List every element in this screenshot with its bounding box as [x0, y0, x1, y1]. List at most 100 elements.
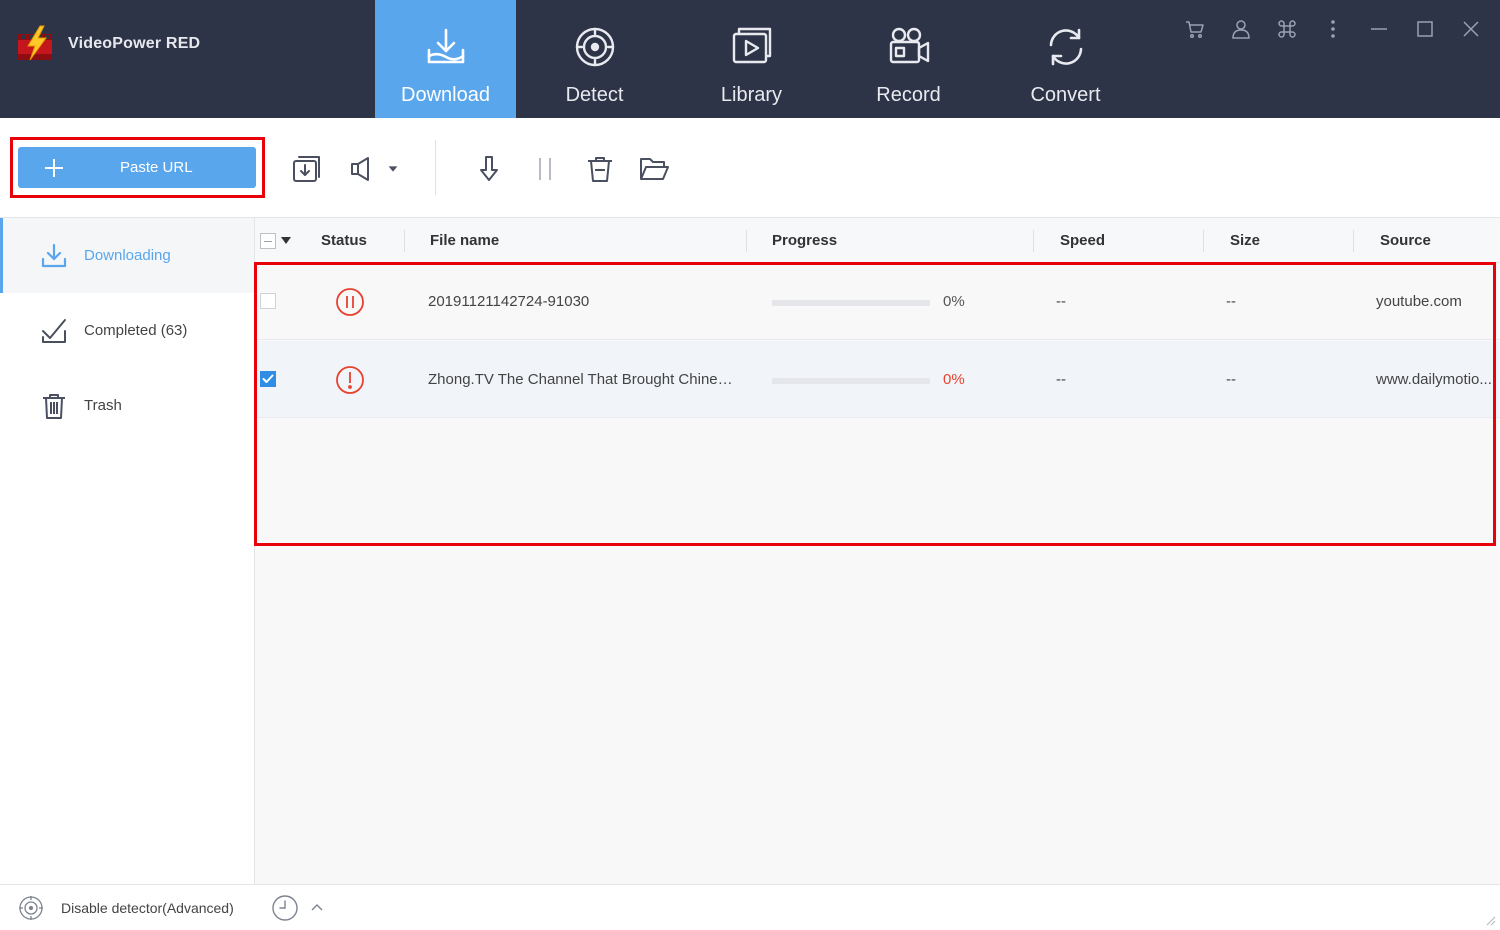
minimize-button[interactable]	[1364, 16, 1394, 42]
status-bar: Disable detector(Advanced)	[0, 884, 1500, 930]
tab-convert[interactable]: Convert	[987, 0, 1144, 118]
detector-toggle-label[interactable]: Disable detector(Advanced)	[61, 885, 234, 930]
tab-label: Detect	[565, 84, 624, 106]
column-header-size[interactable]: Size	[1230, 218, 1260, 263]
progress-percent: 0%	[943, 293, 965, 310]
tab-detect[interactable]: Detect	[516, 0, 673, 118]
paste-url-label: Paste URL	[120, 159, 193, 176]
row-checkbox[interactable]	[260, 371, 276, 387]
brand: VideoPower RED	[16, 24, 200, 64]
paste-url-button[interactable]: Paste URL	[18, 147, 256, 188]
sidebar-item-label: Completed (63)	[84, 322, 188, 339]
table-row[interactable]: 20191121142724-91030 0% -- -- youtube.co…	[255, 263, 1500, 340]
cart-button[interactable]	[1180, 16, 1210, 42]
trash-icon	[43, 393, 65, 419]
detector-target-icon[interactable]	[18, 895, 44, 921]
account-button[interactable]	[1226, 16, 1256, 42]
speed: --	[1056, 293, 1066, 310]
chevron-up-icon[interactable]	[310, 901, 324, 915]
source: www.dailymotio...	[1376, 371, 1492, 388]
column-header-source[interactable]: Source	[1380, 218, 1431, 263]
audio-button[interactable]	[347, 152, 381, 186]
sidebar-item-completed[interactable]: Completed (63)	[0, 293, 254, 368]
file-name: Zhong.TV The Channel That Brought Chines…	[428, 371, 740, 388]
command-icon	[1278, 20, 1296, 38]
column-header-speed[interactable]: Speed	[1060, 218, 1105, 263]
main-nav: Download Detect Library Record Convert	[375, 0, 1144, 118]
source: youtube.com	[1376, 293, 1462, 310]
video-camera-icon	[889, 27, 929, 64]
column-header-status[interactable]: Status	[321, 218, 367, 263]
tab-record[interactable]: Record	[830, 0, 987, 118]
minimize-icon	[1371, 28, 1387, 30]
download-icon	[41, 243, 67, 267]
close-button[interactable]	[1456, 16, 1486, 42]
tab-label: Convert	[1030, 84, 1101, 106]
speed: --	[1056, 371, 1066, 388]
download-list: Status File name Progress Speed Size Sou…	[255, 218, 1500, 884]
download-to-button[interactable]	[290, 152, 324, 186]
schedule-clock-icon[interactable]	[271, 894, 299, 922]
app-logo-icon	[18, 25, 52, 61]
paste-url-highlight: Paste URL	[10, 137, 265, 198]
audio-dropdown-button[interactable]	[382, 152, 404, 186]
size: --	[1226, 371, 1236, 388]
resize-grip-icon[interactable]	[1482, 912, 1496, 926]
more-button[interactable]	[1318, 16, 1348, 42]
plus-icon	[45, 158, 63, 177]
download-tray-icon	[427, 28, 464, 64]
tab-label: Library	[720, 84, 783, 106]
completed-check-icon	[42, 318, 66, 343]
more-vertical-icon	[1331, 20, 1335, 38]
progress-bar	[772, 300, 930, 306]
file-name: 20191121142724-91030	[428, 293, 590, 310]
title-bar: VideoPower RED Download Detect Library R…	[0, 0, 1500, 118]
table-header: Status File name Progress Speed Size Sou…	[255, 218, 1500, 263]
close-icon	[1463, 21, 1479, 37]
sidebar-item-trash[interactable]: Trash	[0, 368, 254, 443]
download-to-icon	[293, 156, 320, 182]
tab-label: Download	[401, 84, 490, 106]
pause-icon	[539, 158, 551, 180]
open-folder-button[interactable]	[637, 152, 671, 186]
chevron-down-icon	[388, 166, 398, 172]
shortcut-button[interactable]	[1272, 16, 1302, 42]
video-library-icon	[732, 27, 771, 64]
size: --	[1226, 293, 1236, 310]
convert-cycle-icon	[1049, 28, 1082, 66]
select-all-checkbox[interactable]	[260, 233, 276, 249]
sidebar-item-downloading[interactable]: Downloading	[0, 218, 254, 293]
column-header-file-name[interactable]: File name	[430, 218, 499, 263]
cart-icon	[1186, 21, 1204, 39]
table-row[interactable]: Zhong.TV The Channel That Brought Chines…	[255, 341, 1500, 418]
delete-icon	[588, 157, 612, 182]
target-icon	[575, 27, 614, 67]
progress-percent: 0%	[943, 371, 965, 388]
select-menu-caret[interactable]	[281, 237, 291, 244]
delete-button[interactable]	[583, 152, 617, 186]
resume-button[interactable]	[472, 152, 506, 186]
tab-label: Record	[876, 84, 941, 106]
maximize-icon	[1417, 21, 1433, 37]
sidebar-item-label: Trash	[84, 397, 122, 414]
checkmark-icon	[262, 374, 274, 383]
app-title: VideoPower RED	[68, 35, 201, 52]
error-status-icon[interactable]	[335, 365, 365, 395]
window-controls	[1180, 16, 1486, 42]
tab-library[interactable]: Library	[673, 0, 830, 118]
sidebar-item-label: Downloading	[84, 247, 171, 264]
tab-download[interactable]: Download	[375, 0, 516, 118]
sidebar: Downloading Completed (63) Trash	[0, 218, 255, 884]
toolbar: Paste URL	[0, 118, 1500, 218]
speaker-icon	[351, 157, 369, 181]
progress-bar	[772, 378, 930, 384]
pause-button[interactable]	[528, 152, 562, 186]
toolbar-divider	[435, 140, 436, 195]
paused-status-icon[interactable]	[335, 287, 365, 317]
resume-icon	[480, 156, 498, 181]
open-folder-icon	[640, 158, 669, 180]
user-icon	[1232, 20, 1250, 39]
column-header-progress[interactable]: Progress	[772, 218, 837, 263]
row-checkbox[interactable]	[260, 293, 276, 309]
maximize-button[interactable]	[1410, 16, 1440, 42]
